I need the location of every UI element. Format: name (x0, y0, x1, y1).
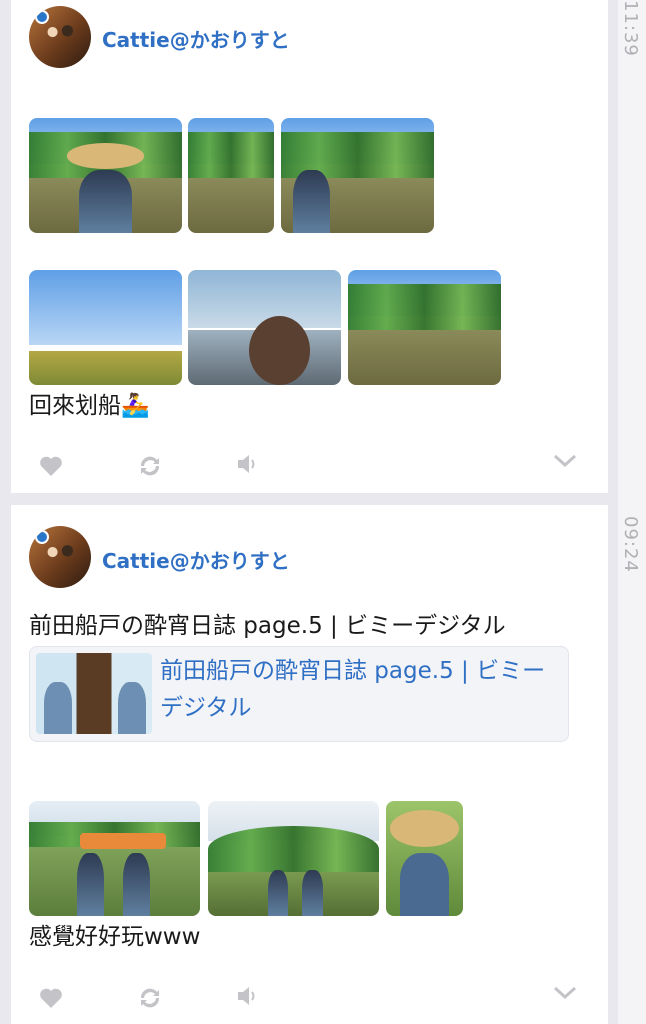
avatar[interactable] (29, 526, 91, 588)
repost-icon[interactable] (137, 985, 163, 1011)
media-thumbnail[interactable] (281, 118, 434, 233)
media-thumbnail[interactable] (208, 801, 379, 916)
username[interactable]: Cattie@かおりすと (102, 545, 290, 574)
username[interactable]: Cattie@かおりすと (102, 24, 290, 53)
speaker-icon[interactable] (235, 451, 261, 477)
post-time: 11:39 (620, 0, 641, 57)
link-preview-card[interactable]: 前田船戸の酔宵日誌 page.5 | ビミーデジタル (29, 646, 569, 742)
speaker-icon[interactable] (235, 983, 261, 1009)
media-thumbnail[interactable] (29, 118, 182, 233)
media-thumbnail[interactable] (29, 801, 200, 916)
heart-icon[interactable] (38, 453, 64, 479)
avatar[interactable] (29, 6, 91, 68)
repost-icon[interactable] (137, 453, 163, 479)
post-text: 回來划船🚣‍♀️ (29, 393, 150, 419)
media-thumbnail[interactable] (188, 270, 341, 385)
post-text: 感覺好好玩www (29, 924, 201, 950)
post-card[interactable]: Cattie@かおりすと 回來划船🚣‍♀️ (11, 0, 608, 493)
post-card[interactable]: Cattie@かおりすと 前田船戸の酔宵日誌 page.5 | ビミーデジタル … (11, 505, 608, 1024)
link-preview-image (36, 653, 152, 734)
heart-icon[interactable] (38, 985, 64, 1011)
post-time: 09:24 (620, 516, 641, 573)
timeline-rail (618, 0, 646, 1024)
media-thumbnail[interactable] (29, 270, 182, 385)
chevron-down-icon[interactable] (552, 980, 578, 1006)
link-preview-title[interactable]: 前田船戸の酔宵日誌 page.5 | ビミーデジタル (160, 653, 560, 727)
post-headline: 前田船戸の酔宵日誌 page.5 | ビミーデジタル (29, 613, 506, 639)
media-thumbnail[interactable] (188, 118, 274, 233)
chevron-down-icon[interactable] (552, 448, 578, 474)
media-thumbnail[interactable] (386, 801, 463, 916)
media-thumbnail[interactable] (348, 270, 501, 385)
